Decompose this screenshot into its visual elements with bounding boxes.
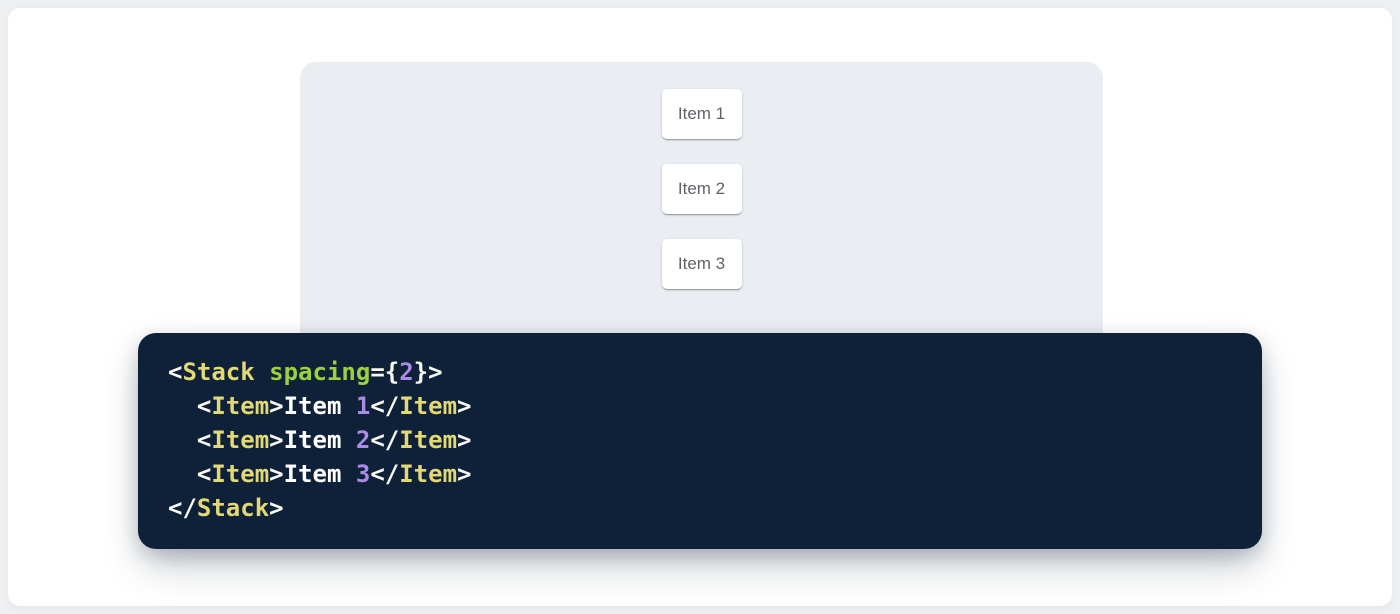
code-token: Item <box>399 460 457 488</box>
stack-item-card: Item 1 <box>662 89 742 139</box>
code-token: spacing <box>269 358 370 386</box>
code-token: }> <box>414 358 443 386</box>
code-line: </Stack> <box>168 491 1232 525</box>
code-token: ={ <box>370 358 399 386</box>
code-token: Item <box>284 426 356 454</box>
stack-item-card: Item 2 <box>662 164 742 214</box>
code-token: > <box>269 392 283 420</box>
code-token: Item <box>211 460 269 488</box>
code-snippet: <Stack spacing={2}> <Item>Item 1</Item> … <box>168 355 1232 525</box>
main-card: Item 1 Item 2 Item 3 <Stack spacing={2}>… <box>8 8 1392 606</box>
code-token: Item <box>399 426 457 454</box>
code-token: 3 <box>356 460 370 488</box>
code-token: </ <box>168 494 197 522</box>
code-block: <Stack spacing={2}> <Item>Item 1</Item> … <box>138 333 1262 549</box>
stack-container: Item 1 Item 2 Item 3 <box>300 62 1103 289</box>
code-token: > <box>457 460 471 488</box>
code-token: Item <box>211 426 269 454</box>
code-token: Item <box>284 392 356 420</box>
code-token: 2 <box>399 358 413 386</box>
code-token: > <box>269 426 283 454</box>
code-token: Stack <box>197 494 269 522</box>
code-token: < <box>197 460 211 488</box>
code-token <box>168 392 197 420</box>
code-token: > <box>269 494 283 522</box>
code-line: <Item>Item 3</Item> <box>168 457 1232 491</box>
code-token: < <box>197 426 211 454</box>
code-token: </ <box>370 460 399 488</box>
code-token <box>255 358 269 386</box>
code-token: </ <box>370 426 399 454</box>
code-token: < <box>168 358 182 386</box>
code-token: < <box>197 392 211 420</box>
code-token: Item <box>211 392 269 420</box>
code-token: Stack <box>182 358 254 386</box>
code-token: Item <box>399 392 457 420</box>
code-token: > <box>269 460 283 488</box>
code-token <box>168 426 197 454</box>
code-token: 2 <box>356 426 370 454</box>
code-token: > <box>457 392 471 420</box>
code-line: <Item>Item 2</Item> <box>168 423 1232 457</box>
code-token: 1 <box>356 392 370 420</box>
code-line: <Stack spacing={2}> <box>168 355 1232 389</box>
code-token: </ <box>370 392 399 420</box>
stack-item-card: Item 3 <box>662 239 742 289</box>
code-token: > <box>457 426 471 454</box>
code-line: <Item>Item 1</Item> <box>168 389 1232 423</box>
code-token <box>168 460 197 488</box>
code-token: Item <box>284 460 356 488</box>
